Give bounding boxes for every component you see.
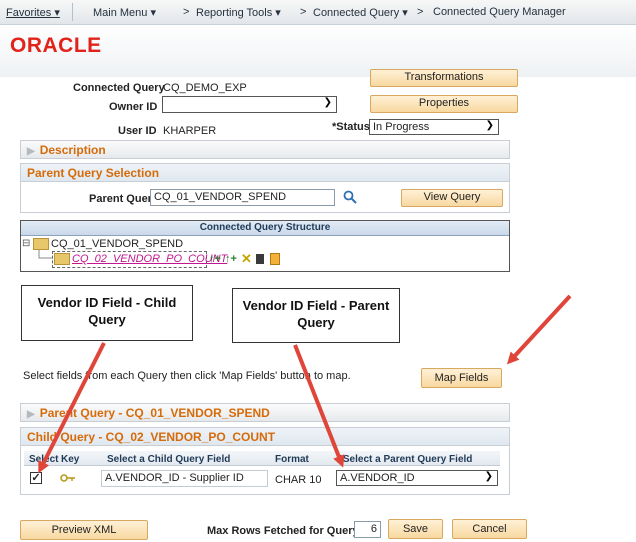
col-format: Format	[275, 454, 309, 465]
save-button[interactable]: Save	[388, 519, 443, 539]
user-id-value: KHARPER	[163, 125, 217, 137]
map-fields-button[interactable]: Map Fields	[421, 368, 502, 388]
insert-sibling-icon[interactable]: ↑+	[225, 253, 237, 265]
nav-sep-1: >	[183, 6, 190, 18]
user-id-label: User ID	[118, 125, 157, 137]
callout-child-field: Vendor ID Field - Child Query	[21, 285, 193, 341]
chevron-down-icon: ❯	[484, 471, 493, 482]
nav-reporting-tools[interactable]: Reporting Tools ▾	[196, 6, 281, 19]
parent-query-label: Parent Query	[89, 193, 159, 205]
tree-child-node[interactable]: CQ_02_VENDOR_PO_COUNT	[54, 253, 227, 266]
parent-field-select[interactable]: A.VENDOR_ID ❯	[336, 470, 498, 486]
chevron-down-icon: ❯	[485, 120, 494, 131]
nav-favorites[interactable]: Favorites ▾	[6, 6, 60, 19]
status-select[interactable]: In Progress ❯	[369, 119, 499, 135]
delete-icon[interactable]: ✕	[241, 251, 252, 267]
structure-header: Connected Query Structure	[21, 221, 509, 236]
folder-icon	[33, 238, 49, 251]
nav-connected-query[interactable]: Connected Query ▾	[313, 6, 408, 19]
max-rows-input[interactable]: 6	[354, 521, 381, 538]
child-field-cell[interactable]: A.VENDOR_ID - Supplier ID	[101, 470, 268, 487]
parent-query-input[interactable]: CQ_01_VENDOR_SPEND	[150, 189, 335, 206]
owner-id-label: Owner ID	[109, 101, 158, 113]
breadcrumb-current: Connected Query Manager	[433, 6, 566, 18]
chevron-down-icon: ❯	[323, 97, 332, 108]
preview-xml-button[interactable]: Preview XML	[20, 520, 148, 540]
insert-child-icon[interactable]: ↑+	[209, 253, 221, 265]
properties-icon[interactable]	[256, 254, 264, 264]
view-query-button[interactable]: View Query	[401, 189, 503, 207]
oracle-logo: ORACLE	[10, 34, 102, 57]
mapping-instruction: Select fields from each Query then click…	[23, 370, 351, 382]
max-rows-label: Max Rows Fetched for Query	[207, 525, 359, 537]
callout-parent-field: Vendor ID Field - Parent Query	[232, 288, 400, 343]
owner-id-select[interactable]: ❯	[162, 96, 337, 113]
parent-field-value: A.VENDOR_ID	[340, 472, 415, 484]
expand-triangle-icon: ▶	[27, 409, 35, 420]
status-label: *Status	[332, 121, 370, 133]
child-query-header: Child Query - CQ_02_VENDOR_PO_COUNT	[20, 427, 510, 446]
connected-query-label: Connected Query	[73, 82, 165, 94]
arrow-to-map-fields	[506, 294, 572, 365]
parent-query-selection-header: Parent Query Selection	[20, 163, 510, 182]
col-key: Key	[61, 454, 80, 465]
folder-icon	[54, 253, 70, 266]
connected-query-value: CQ_DEMO_EXP	[163, 82, 247, 94]
cancel-button[interactable]: Cancel	[452, 519, 527, 539]
nav-sep-3: >	[417, 6, 424, 18]
nav-main-menu[interactable]: Main Menu ▾	[93, 6, 156, 19]
properties-button[interactable]: Properties	[370, 95, 518, 113]
parent-query-section[interactable]: ▶ Parent Query - CQ_01_VENDOR_SPEND	[20, 403, 510, 422]
nav-divider	[72, 3, 73, 21]
transformations-button[interactable]: Transformations	[370, 69, 518, 87]
format-cell: CHAR 10	[275, 474, 322, 486]
col-child-field: Select a Child Query Field	[107, 454, 231, 465]
select-checkbox[interactable]: ✓	[30, 472, 42, 484]
col-select: Select	[29, 454, 59, 465]
search-icon[interactable]	[343, 190, 357, 204]
copy-icon[interactable]	[270, 253, 280, 265]
tree-root-node[interactable]: CQ_01_VENDOR_SPEND	[33, 238, 183, 251]
expand-triangle-icon: ▶	[27, 146, 35, 157]
parent-query-section-title: Parent Query - CQ_01_VENDOR_SPEND	[39, 406, 270, 420]
collapse-icon[interactable]: ⊟	[22, 238, 30, 249]
nav-sep-2: >	[300, 6, 307, 18]
description-section[interactable]: ▶ Description	[20, 140, 510, 159]
status-value: In Progress	[373, 121, 430, 133]
description-title: Description	[39, 143, 106, 157]
col-parent-field: *Select a Parent Query Field	[339, 454, 473, 465]
key-icon	[60, 474, 75, 482]
